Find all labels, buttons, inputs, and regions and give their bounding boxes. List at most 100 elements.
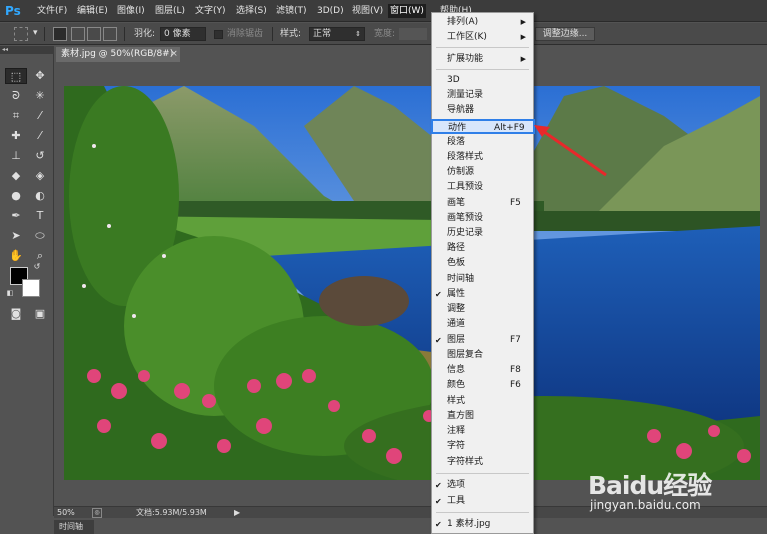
menu-item-properties[interactable]: ✔ 属性 [432, 287, 533, 302]
menu-item-tools[interactable]: ✔ 工具 [432, 494, 533, 509]
annotation-arrow [534, 125, 607, 177]
separator [44, 27, 45, 41]
rect-marquee-tool-icon[interactable]: ⬚ [5, 68, 27, 84]
chevron-updown-icon: ⇕ [355, 30, 361, 38]
intersect-selection-icon[interactable] [103, 27, 117, 41]
eraser-tool-icon[interactable]: ◆ [5, 168, 27, 184]
marquee-tool-icon[interactable] [14, 27, 28, 41]
style-select[interactable]: 正常 ⇕ [309, 27, 365, 41]
menu-view[interactable]: 视图(V) [350, 4, 385, 18]
status-options-icon[interactable]: ◎ [92, 508, 102, 518]
menu-item-open-document[interactable]: ✔ 1 素材.jpg [432, 517, 533, 532]
crop-tool-icon[interactable]: ⌗ [5, 108, 27, 124]
healing-brush-tool-icon[interactable]: ✚ [5, 128, 27, 144]
menu-item-layers[interactable]: ✔ 图层 F7 [432, 333, 533, 348]
menu-item-measurement-log[interactable]: 测量记录 [432, 88, 533, 103]
style-label: 样式: [280, 29, 302, 39]
new-selection-icon[interactable] [53, 27, 67, 41]
menu-item-tool-presets[interactable]: 工具预设 [432, 180, 533, 195]
status-menu-arrow-icon[interactable]: ▶ [234, 507, 240, 519]
menu-item-3d[interactable]: 3D [432, 73, 533, 88]
menu-item-character[interactable]: 字符 [432, 439, 533, 454]
feather-input[interactable]: 0 像素 [160, 27, 206, 41]
menu-item-arrange[interactable]: 排列(A) ▶ [432, 15, 533, 30]
menu-3d[interactable]: 3D(D) [315, 4, 346, 18]
quick-mask-icon[interactable]: ◙ [5, 306, 27, 322]
menu-item-clone-source[interactable]: 仿制源 [432, 165, 533, 180]
menu-item-color[interactable]: 颜色 F6 [432, 378, 533, 393]
options-bar: ▾ 羽化: 0 像素 消除锯齿 样式: 正常 ⇕ 宽度: 调整边缘... [0, 23, 767, 45]
menu-item-navigator[interactable]: 导航器 [432, 103, 533, 118]
eyedropper-tool-icon[interactable]: ⁄ [29, 108, 51, 124]
background-color-swatch[interactable] [22, 279, 40, 297]
menu-select[interactable]: 选择(S) [234, 4, 269, 18]
type-tool-icon[interactable]: T [29, 208, 51, 224]
menu-item-brush[interactable]: 画笔 F5 [432, 196, 533, 211]
submenu-arrow-icon: ▶ [520, 55, 526, 63]
ellipse-tool-icon[interactable]: ⬭ [29, 228, 51, 244]
menu-item-styles[interactable]: 样式 [432, 394, 533, 409]
magic-wand-tool-icon[interactable]: ✳ [29, 88, 51, 104]
width-input[interactable] [398, 27, 428, 41]
chevron-down-icon[interactable]: ▾ [33, 27, 38, 39]
menu-item-notes[interactable]: 注释 [432, 424, 533, 439]
dodge-tool-icon[interactable]: ◐ [29, 188, 51, 204]
menu-item-info[interactable]: 信息 F8 [432, 363, 533, 378]
menu-type[interactable]: 文字(Y) [193, 4, 228, 18]
screen-mode-icon[interactable]: ▣ [29, 306, 51, 322]
refine-edge-button[interactable]: 调整边缘... [535, 27, 595, 41]
clone-stamp-tool-icon[interactable]: ⊥ [5, 148, 27, 164]
menu-item-layer-comps[interactable]: 图层复合 [432, 348, 533, 363]
document-canvas[interactable] [64, 86, 760, 480]
paint-bucket-tool-icon[interactable]: ◈ [29, 168, 51, 184]
menu-item-actions[interactable]: 动作 Alt+F9 [431, 119, 535, 134]
menu-item-channels[interactable]: 通道 [432, 317, 533, 332]
menu-item-options[interactable]: ✔ 选项 [432, 478, 533, 493]
zoom-level[interactable]: 50% [57, 507, 75, 519]
watermark-brand: Baidu经验 [588, 471, 712, 500]
brush-tool-icon[interactable]: ⁄ [29, 128, 51, 144]
add-selection-icon[interactable] [71, 27, 85, 41]
default-colors-icon[interactable]: ◧ [5, 288, 15, 298]
menu-file[interactable]: 文件(F) [35, 4, 69, 18]
timeline-panel-tab[interactable]: 时间轴 [54, 520, 94, 534]
hand-tool-icon[interactable]: ✋ [5, 248, 27, 264]
history-brush-tool-icon[interactable]: ↺ [29, 148, 51, 164]
toolbox-collapse-icon[interactable]: ◂◂ [0, 46, 54, 54]
menu-item-swatches[interactable]: 色板 [432, 256, 533, 271]
menu-separator [436, 47, 529, 48]
menu-item-paths[interactable]: 路径 [432, 241, 533, 256]
landscape-image [64, 86, 760, 480]
path-selection-tool-icon[interactable]: ➤ [5, 228, 27, 244]
menu-item-adjustments[interactable]: 调整 [432, 302, 533, 317]
subtract-selection-icon[interactable] [87, 27, 101, 41]
menu-item-brush-presets[interactable]: 画笔预设 [432, 211, 533, 226]
antialias-checkbox[interactable] [214, 30, 223, 39]
menu-window[interactable]: 窗口(W) [388, 4, 426, 18]
menu-item-character-styles[interactable]: 字符样式 [432, 455, 533, 470]
menu-image[interactable]: 图像(I) [115, 4, 147, 18]
move-tool-icon[interactable]: ✥ [29, 68, 51, 84]
menu-layer[interactable]: 图层(L) [153, 4, 187, 18]
pen-tool-icon[interactable]: ✒ [5, 208, 27, 224]
lasso-tool-icon[interactable]: ᘐ [5, 88, 27, 104]
menu-item-workspace[interactable]: 工作区(K) ▶ [432, 30, 533, 45]
menu-item-histogram[interactable]: 直方图 [432, 409, 533, 424]
antialias-label: 消除锯齿 [227, 29, 264, 39]
photoshop-logo: Ps [5, 4, 21, 18]
swap-colors-icon[interactable]: ↺ [32, 262, 42, 272]
menu-item-history[interactable]: 历史记录 [432, 226, 533, 241]
menu-item-timeline[interactable]: 时间轴 [432, 272, 533, 287]
watermark: Baidu经验 jingyan.baidu.com [588, 466, 758, 522]
menu-item-paragraph[interactable]: 段落 [432, 135, 533, 150]
menu-item-paragraph-styles[interactable]: 段落样式 [432, 150, 533, 165]
menu-item-extensions[interactable]: 扩展功能 ▶ [432, 52, 533, 67]
menu-filter[interactable]: 滤镜(T) [274, 4, 309, 18]
document-tab[interactable]: 素材.jpg @ 50%(RGB/8#) [56, 47, 180, 62]
blur-tool-icon[interactable]: ● [5, 188, 27, 204]
menu-edit[interactable]: 编辑(E) [75, 4, 110, 18]
separator [124, 27, 125, 41]
close-icon[interactable]: × [168, 47, 180, 62]
watermark-url: jingyan.baidu.com [590, 498, 701, 512]
checkmark-icon: ✔ [435, 336, 442, 345]
